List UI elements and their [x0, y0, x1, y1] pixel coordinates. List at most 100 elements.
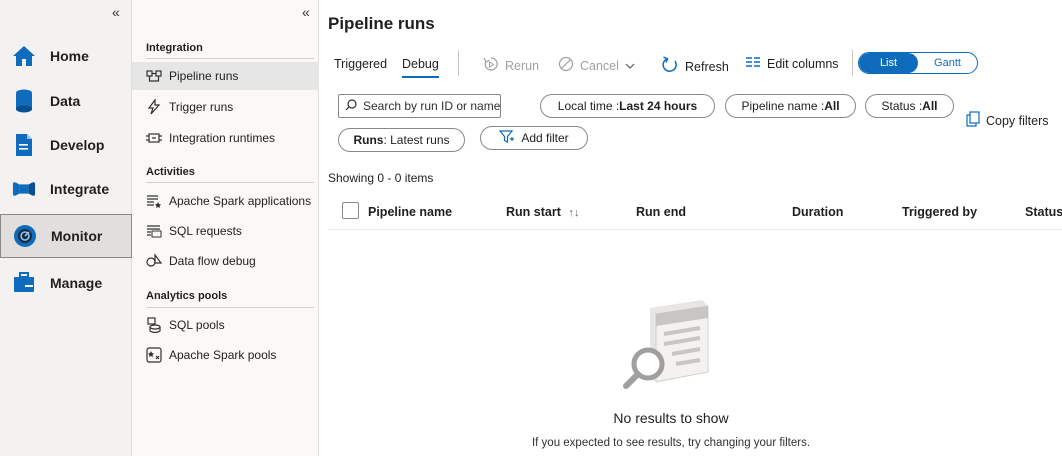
column-header-label: Run start [506, 205, 561, 219]
left-nav: « Home Data Develop Integrate Monitor Ma… [0, 0, 132, 456]
spark-applications-icon [146, 193, 162, 209]
edit-columns-label: Edit columns [767, 56, 839, 71]
refresh-label: Refresh [685, 59, 729, 74]
copy-filters-label: Copy filters [986, 113, 1049, 128]
filter-label: Local time : [557, 99, 620, 113]
items-count: Showing 0 - 0 items [328, 171, 434, 185]
subnav-label: SQL requests [169, 224, 242, 238]
subnav-item-data-flow-debug[interactable]: Data flow debug [132, 247, 319, 275]
column-header-triggered-by[interactable]: Triggered by [902, 205, 977, 219]
subnav-item-spark-pools[interactable]: Apache Spark pools [132, 341, 319, 369]
cancel-label: Cancel [580, 58, 619, 73]
pipeline-name-filter-pill[interactable]: Pipeline name : All [725, 94, 856, 118]
data-icon [12, 89, 36, 113]
manage-icon [12, 271, 36, 295]
copy-filters-button[interactable]: Copy filters [966, 111, 1049, 130]
search-box [338, 94, 503, 118]
rerun-icon [483, 56, 499, 75]
sql-pools-icon [146, 317, 162, 333]
subnav-item-pipeline-runs[interactable]: Pipeline runs [132, 62, 319, 90]
section-title-integration: Integration [146, 42, 203, 54]
toolbar-divider [852, 50, 853, 76]
view-toggle-list[interactable]: List [859, 53, 918, 73]
status-filter-pill[interactable]: Status : All [865, 94, 954, 118]
nav-item-develop[interactable]: Develop [0, 123, 132, 167]
filter-value: Last 24 hours [619, 99, 698, 113]
toolbar-divider [458, 50, 459, 76]
view-toggle: List Gantt [858, 52, 978, 74]
time-filter-pill[interactable]: Local time : Last 24 hours [540, 94, 715, 118]
rerun-button[interactable]: Rerun [483, 56, 539, 75]
subnav-item-sql-requests[interactable]: SQL requests [132, 217, 319, 245]
tab-debug[interactable]: Debug [402, 57, 439, 78]
subnav-item-integration-runtimes[interactable]: Integration runtimes [132, 124, 319, 152]
subnav-item-trigger-runs[interactable]: Trigger runs [132, 93, 319, 121]
rerun-label: Rerun [505, 58, 540, 73]
subnav-label: Pipeline runs [169, 69, 239, 83]
nav-item-data[interactable]: Data [0, 79, 132, 123]
search-input[interactable] [363, 99, 503, 113]
edit-columns-button[interactable]: Edit columns [745, 56, 839, 71]
search-icon [345, 98, 357, 114]
section-divider [146, 307, 314, 308]
subnav-label: SQL pools [169, 318, 225, 332]
home-icon [12, 44, 36, 68]
column-header-run-end[interactable]: Run end [636, 205, 686, 219]
column-header-run-start[interactable]: Run start ↑↓ [506, 205, 579, 219]
nav-label: Integrate [50, 181, 110, 197]
subnav-label: Integration runtimes [169, 131, 276, 145]
select-all-checkbox[interactable] [342, 202, 359, 219]
column-header-status[interactable]: Status [1025, 205, 1062, 219]
chevron-down-icon [625, 59, 635, 73]
column-header-duration[interactable]: Duration [792, 205, 843, 219]
trigger-runs-icon [146, 99, 162, 115]
refresh-button[interactable]: Refresh [661, 56, 729, 77]
monitor-icon [13, 224, 37, 248]
collapse-subnav-icon[interactable]: « [302, 4, 310, 20]
section-divider [146, 182, 314, 183]
pipeline-runs-icon [146, 68, 162, 84]
table-header: Pipeline name Run start ↑↓ Run end Durat… [328, 196, 1062, 230]
edit-columns-icon [745, 56, 761, 71]
sql-requests-icon [146, 223, 162, 239]
add-filter-button[interactable]: Add filter [480, 126, 588, 150]
nav-label: Home [50, 48, 89, 64]
integration-runtimes-icon [146, 130, 162, 146]
refresh-icon [661, 56, 679, 77]
subnav-label: Apache Spark applications [169, 194, 312, 208]
filter-value: : Latest runs [383, 133, 450, 147]
tab-triggered[interactable]: Triggered [334, 57, 387, 71]
cancel-icon [558, 56, 574, 75]
section-title-activities: Activities [146, 166, 195, 178]
nav-item-monitor[interactable]: Monitor [0, 214, 132, 258]
main-content: Pipeline runs Triggered Debug Rerun Canc… [320, 0, 1062, 456]
filter-label: Runs [353, 133, 384, 147]
nav-item-manage[interactable]: Manage [0, 261, 132, 305]
collapse-nav-icon[interactable]: « [112, 4, 120, 20]
filter-label: Status : [881, 99, 923, 113]
empty-state-subtitle: If you expected to see results, try chan… [531, 437, 811, 449]
cancel-button[interactable]: Cancel [558, 56, 635, 75]
copy-icon [966, 111, 980, 130]
nav-label: Develop [50, 137, 105, 153]
section-title-analytics-pools: Analytics pools [146, 290, 228, 302]
subnav-label: Data flow debug [169, 254, 256, 268]
subnav-item-sql-pools[interactable]: SQL pools [132, 311, 319, 339]
nav-item-home[interactable]: Home [0, 34, 132, 78]
add-filter-icon [499, 129, 515, 147]
sort-icon: ↑↓ [568, 207, 580, 219]
empty-state-illustration [620, 298, 716, 390]
data-flow-debug-icon [146, 253, 162, 269]
nav-label: Monitor [51, 228, 103, 244]
nav-label: Data [50, 93, 81, 109]
nav-label: Manage [50, 275, 103, 291]
column-header-pipeline-name[interactable]: Pipeline name [368, 205, 452, 219]
subnav-item-spark-applications[interactable]: Apache Spark applications [132, 187, 319, 215]
develop-icon [12, 133, 36, 157]
filter-label: Pipeline name : [741, 99, 825, 113]
spark-pools-icon [146, 347, 162, 363]
view-toggle-gantt[interactable]: Gantt [918, 53, 977, 73]
subnav-label: Trigger runs [169, 100, 234, 114]
nav-item-integrate[interactable]: Integrate [0, 167, 132, 211]
runs-filter-pill[interactable]: Runs : Latest runs [338, 128, 465, 152]
